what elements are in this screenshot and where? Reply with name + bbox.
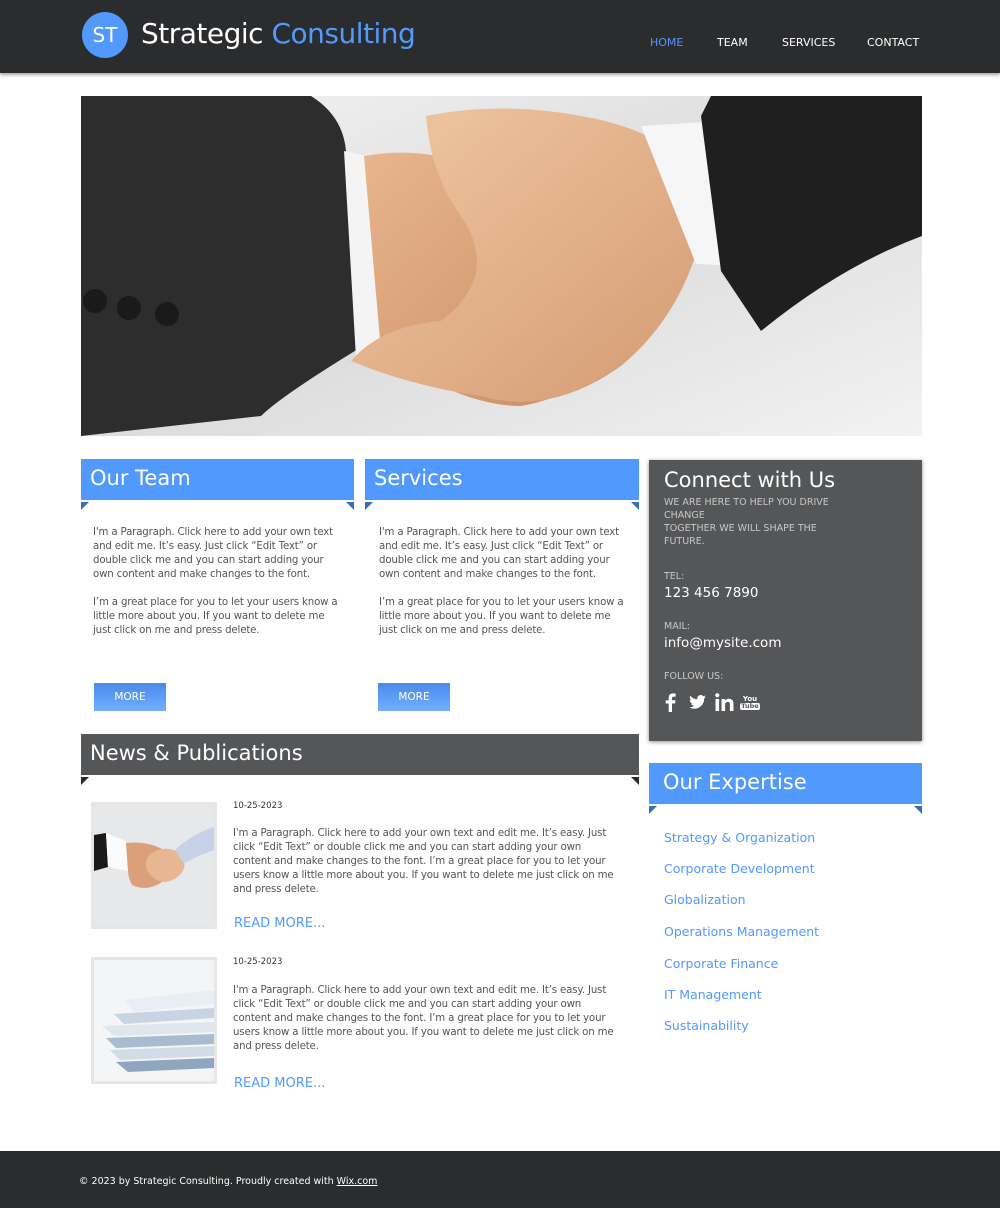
our-team-more-button[interactable]: MORE bbox=[94, 683, 166, 711]
tel-label: TEL: bbox=[664, 571, 685, 582]
tagline-line-1: WE ARE HERE TO HELP YOU DRIVE CHANGE bbox=[664, 497, 829, 521]
services-text: I'm a Paragraph. Click here to add your … bbox=[379, 526, 629, 652]
site-title-part1: Strategic bbox=[141, 17, 264, 50]
tagline-line-2: TOGETHER WE WILL SHAPE THE FUTURE. bbox=[664, 523, 817, 547]
nav-contact[interactable]: CONTACT bbox=[867, 36, 919, 49]
nav-team[interactable]: TEAM bbox=[717, 36, 748, 49]
ribbon-fold-right bbox=[631, 502, 639, 510]
news-read-more-link[interactable]: READ MORE... bbox=[234, 1076, 325, 1091]
our-team-paragraph-1: I'm a Paragraph. Click here to add your … bbox=[93, 527, 334, 580]
our-team-text: I'm a Paragraph. Click here to add your … bbox=[93, 526, 343, 652]
nav-services[interactable]: SERVICES bbox=[782, 36, 835, 49]
ribbon-fold-right bbox=[631, 777, 639, 785]
ribbon-fold-left bbox=[81, 777, 89, 785]
follow-label: FOLLOW US: bbox=[664, 671, 724, 682]
site-footer: © 2023 by Strategic Consulting. Proudly … bbox=[0, 1151, 1000, 1208]
services-paragraph-1: I'm a Paragraph. Click here to add your … bbox=[379, 527, 620, 580]
expertise-link-it-management[interactable]: IT Management bbox=[664, 987, 762, 1002]
facebook-icon[interactable] bbox=[663, 692, 677, 712]
twitter-icon[interactable] bbox=[688, 692, 706, 712]
services-paragraph-2: I’m a great place for you to let your us… bbox=[379, 597, 624, 636]
connect-title: Connect with Us bbox=[664, 468, 836, 492]
expertise-link-strategy[interactable]: Strategy & Organization bbox=[664, 830, 815, 845]
news-date: 10-25-2023 bbox=[233, 957, 283, 967]
wix-link[interactable]: Wix.com bbox=[337, 1176, 378, 1187]
news-header: News & Publications bbox=[81, 734, 639, 775]
expertise-link-corporate-development[interactable]: Corporate Development bbox=[664, 861, 815, 876]
services-more-button[interactable]: MORE bbox=[378, 683, 450, 711]
copyright-label: © 2023 by Strategic Consulting. Proudly … bbox=[79, 1176, 337, 1187]
tel-value[interactable]: 123 456 7890 bbox=[664, 585, 758, 601]
youtube-icon[interactable]: You Tube bbox=[740, 692, 760, 714]
hero-image bbox=[81, 96, 922, 436]
news-text: I'm a Paragraph. Click here to add your … bbox=[233, 828, 614, 895]
news-date: 10-25-2023 bbox=[233, 801, 283, 811]
site-title[interactable]: Strategic Consulting bbox=[141, 17, 416, 50]
news-read-more-link[interactable]: READ MORE... bbox=[234, 916, 325, 931]
mail-label: MAIL: bbox=[664, 621, 690, 632]
handshake-illustration bbox=[81, 96, 922, 436]
site-title-part2: Consulting bbox=[271, 17, 416, 50]
ribbon-fold-left bbox=[649, 806, 657, 814]
ribbon-fold-left bbox=[365, 502, 373, 510]
linkedin-icon[interactable] bbox=[714, 692, 734, 712]
copyright-text: © 2023 by Strategic Consulting. Proudly … bbox=[79, 1176, 377, 1187]
services-header: Services bbox=[365, 459, 639, 500]
our-team-header: Our Team bbox=[81, 459, 354, 500]
expertise-link-sustainability[interactable]: Sustainability bbox=[664, 1018, 749, 1033]
our-team-paragraph-2: I’m a great place for you to let your us… bbox=[93, 597, 338, 636]
expertise-header: Our Expertise bbox=[649, 763, 922, 804]
expertise-link-globalization[interactable]: Globalization bbox=[664, 892, 746, 907]
nav-home[interactable]: HOME bbox=[650, 36, 683, 49]
expertise-link-operations[interactable]: Operations Management bbox=[664, 924, 819, 939]
site-header: ST Strategic Consulting HOME TEAM SERVIC… bbox=[0, 0, 1000, 73]
ribbon-fold-right bbox=[346, 502, 354, 510]
news-thumbnail-documents[interactable] bbox=[91, 957, 217, 1084]
mail-value[interactable]: info@mysite.com bbox=[664, 635, 781, 651]
logo-monogram[interactable]: ST bbox=[82, 12, 128, 58]
ribbon-fold-right bbox=[914, 806, 922, 814]
youtube-icon-bottom: Tube bbox=[740, 702, 760, 711]
expertise-link-corporate-finance[interactable]: Corporate Finance bbox=[664, 956, 778, 971]
connect-tagline: WE ARE HERE TO HELP YOU DRIVE CHANGE TOG… bbox=[664, 496, 854, 548]
ribbon-fold-left bbox=[81, 502, 89, 510]
news-text: I'm a Paragraph. Click here to add your … bbox=[233, 985, 614, 1052]
news-thumbnail-handshake[interactable] bbox=[91, 802, 217, 929]
